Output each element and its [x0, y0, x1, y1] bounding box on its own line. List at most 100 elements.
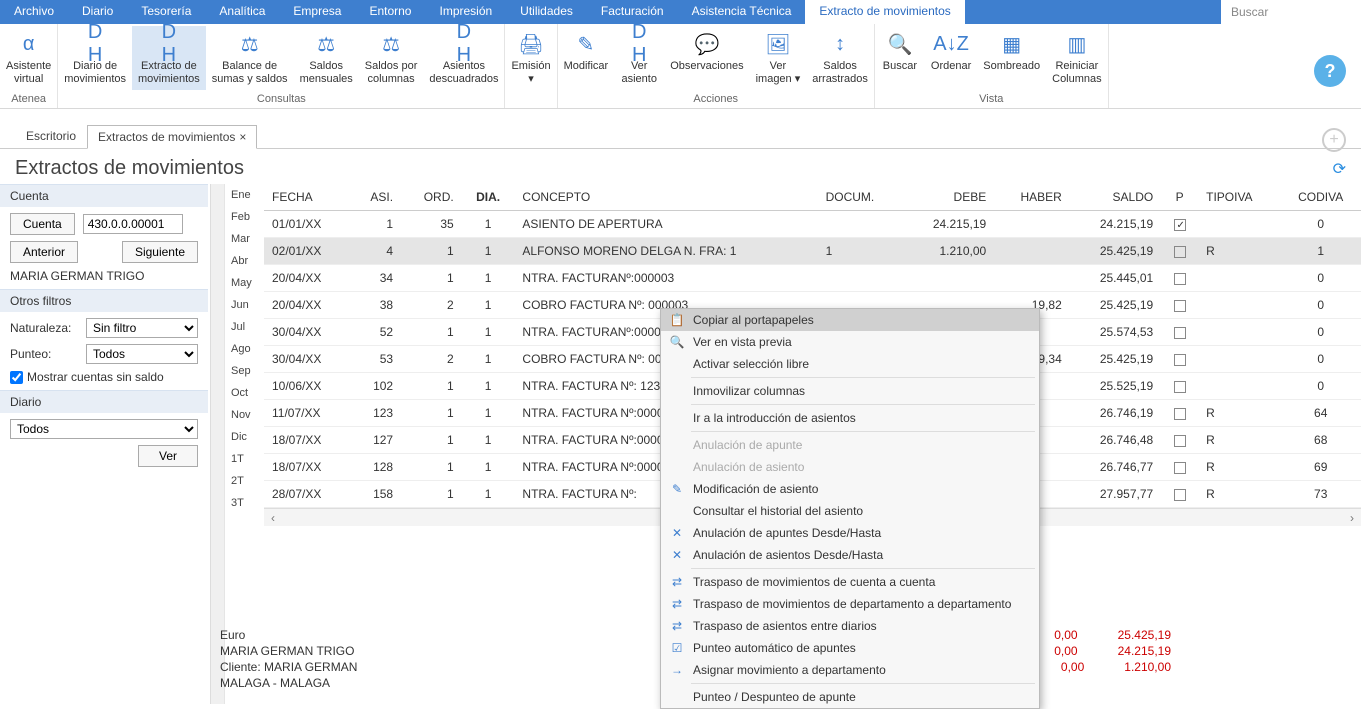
punteo-checkbox[interactable] [1174, 300, 1186, 312]
month-oct[interactable]: Oct [225, 382, 264, 404]
ribbon-sombreado[interactable]: ▦Sombreado [977, 26, 1046, 77]
ribbon-balance-de[interactable]: ⚖Balance de sumas y saldos [206, 26, 294, 90]
col-ord[interactable]: ORD. [401, 184, 462, 211]
punteo-checkbox[interactable] [1174, 273, 1186, 285]
punteo-checkbox[interactable] [1174, 408, 1186, 420]
siguiente-button[interactable]: Siguiente [122, 241, 198, 263]
ribbon-reiniciar[interactable]: ▥Reiniciar Columnas [1046, 26, 1108, 90]
menu-empresa[interactable]: Empresa [279, 0, 355, 24]
subtab-escritorio[interactable]: Escritorio [15, 124, 87, 148]
ctx-punteo-despunteo-de-apunte[interactable]: Punteo / Despunteo de apunte [661, 686, 1039, 708]
ctx-anulaci-n-de-asientos-desde-hasta[interactable]: ✕Anulación de asientos Desde/Hasta [661, 544, 1039, 566]
ribbon-buscar[interactable]: 🔍Buscar [875, 26, 925, 77]
menu-utilidades[interactable]: Utilidades [506, 0, 587, 24]
scroll-right-icon[interactable]: › [1343, 511, 1361, 525]
menu-asistencia-técnica[interactable]: Asistencia Técnica [678, 0, 806, 24]
month-ago[interactable]: Ago [225, 338, 264, 360]
ribbon-saldos[interactable]: ↕Saldos arrastrados [806, 26, 874, 90]
month-nov[interactable]: Nov [225, 404, 264, 426]
col-codiva[interactable]: CODIVA [1280, 184, 1361, 211]
month-2t[interactable]: 2T [225, 470, 264, 492]
table-row[interactable]: 02/01/XX411ALFONSO MORENO DELGA N. FRA: … [264, 238, 1361, 265]
col-dia[interactable]: DIA. [462, 184, 515, 211]
ribbon-saldos[interactable]: ⚖Saldos mensuales [294, 26, 359, 90]
ribbon-ver[interactable]: D HVer asiento [614, 26, 664, 90]
month-abr[interactable]: Abr [225, 250, 264, 272]
punteo-checkbox[interactable] [1174, 246, 1186, 258]
col-debe[interactable]: DEBE [903, 184, 994, 211]
ribbon-asientos[interactable]: D HAsientos descuadrados [423, 26, 504, 90]
col-haber[interactable]: HABER [994, 184, 1070, 211]
close-icon[interactable]: × [239, 130, 246, 144]
month-dic[interactable]: Dic [225, 426, 264, 448]
anterior-button[interactable]: Anterior [10, 241, 78, 263]
ribbon-ordenar[interactable]: A↓ZOrdenar [925, 26, 977, 77]
ctx-ir-a-la-introducci-n-de-asientos[interactable]: Ir a la introducción de asientos [661, 407, 1039, 429]
ctx-asignar-movimiento-a-departamento[interactable]: →Asignar movimiento a departamento [661, 659, 1039, 681]
cuenta-input[interactable] [83, 214, 183, 234]
col-p[interactable]: P [1161, 184, 1198, 211]
month-jun[interactable]: Jun [225, 294, 264, 316]
col-asi[interactable]: ASI. [350, 184, 401, 211]
month-3t[interactable]: 3T [225, 492, 264, 514]
menu-extracto-de-movimientos[interactable]: Extracto de movimientos [805, 0, 964, 24]
ctx-traspaso-de-movimientos-de-departamento-[interactable]: ⇄Traspaso de movimientos de departamento… [661, 593, 1039, 615]
ribbon-diario-de[interactable]: D HDiario de movimientos [58, 26, 132, 90]
punteo-checkbox[interactable] [1174, 489, 1186, 501]
ctx-anulaci-n-de-apuntes-desde-hasta[interactable]: ✕Anulación de apuntes Desde/Hasta [661, 522, 1039, 544]
menu-entorno[interactable]: Entorno [355, 0, 425, 24]
ctx-inmovilizar-columnas[interactable]: Inmovilizar columnas [661, 380, 1039, 402]
punteo-checkbox[interactable] [1174, 219, 1186, 231]
search-input[interactable]: Buscar [1221, 0, 1361, 24]
naturaleza-select[interactable]: Sin filtro [86, 318, 198, 338]
refresh-icon[interactable]: ⟳ [1333, 159, 1346, 179]
ver-icon: D H [623, 30, 655, 58]
month-sep[interactable]: Sep [225, 360, 264, 382]
month-jul[interactable]: Jul [225, 316, 264, 338]
ribbon-ver[interactable]: 🖼Ver imagen ▾ [750, 26, 807, 90]
month-mar[interactable]: Mar [225, 228, 264, 250]
mostrar-checkbox[interactable] [10, 371, 23, 384]
month-may[interactable]: May [225, 272, 264, 294]
ctx-traspaso-de-asientos-entre-diarios[interactable]: ⇄Traspaso de asientos entre diarios [661, 615, 1039, 637]
month-feb[interactable]: Feb [225, 206, 264, 228]
ribbon-asistente[interactable]: αAsistente virtual [0, 26, 57, 90]
ver-button[interactable]: Ver [138, 445, 198, 467]
punteo-select[interactable]: Todos [86, 344, 198, 364]
col-docum[interactable]: DOCUM. [818, 184, 903, 211]
help-icon[interactable]: ? [1314, 55, 1346, 87]
punteo-checkbox[interactable] [1174, 327, 1186, 339]
punteo-checkbox[interactable] [1174, 462, 1186, 474]
menu-analítica[interactable]: Analítica [205, 0, 279, 24]
col-saldo[interactable]: SALDO [1070, 184, 1161, 211]
ctx-punteo-autom-tico-de-apuntes[interactable]: ☑Punteo automático de apuntes [661, 637, 1039, 659]
month-ene[interactable]: Ene [225, 184, 264, 206]
punteo-checkbox[interactable] [1174, 435, 1186, 447]
scroll-left-icon[interactable]: ‹ [264, 511, 282, 525]
ribbon-saldos-por[interactable]: ⚖Saldos por columnas [359, 26, 424, 90]
ribbon-observaciones[interactable]: 💬Observaciones [664, 26, 749, 77]
ribbon-extracto-de[interactable]: D HExtracto de movimientos [132, 26, 206, 90]
col-tipoiva[interactable]: TIPOIVA [1198, 184, 1280, 211]
ctx-activar-selecci-n-libre[interactable]: Activar selección libre [661, 353, 1039, 375]
punteo-checkbox[interactable] [1174, 354, 1186, 366]
diario-select[interactable]: Todos [10, 419, 198, 439]
ctx-copiar-al-portapapeles[interactable]: 📋Copiar al portapapeles [661, 309, 1039, 331]
month-1t[interactable]: 1T [225, 448, 264, 470]
col-concepto[interactable]: CONCEPTO [514, 184, 817, 211]
ctx-traspaso-de-movimientos-de-cuenta-a-cuen[interactable]: ⇄Traspaso de movimientos de cuenta a cue… [661, 571, 1039, 593]
add-icon[interactable]: + [1322, 128, 1346, 152]
table-row[interactable]: 01/01/XX1351ASIENTO DE APERTURA24.215,19… [264, 211, 1361, 238]
ctx-ver-en-vista-previa[interactable]: 🔍Ver en vista previa [661, 331, 1039, 353]
ribbon-modificar[interactable]: ✎Modificar [558, 26, 615, 77]
ribbon-emisi-n[interactable]: 🖨Emisión ▾ [505, 26, 556, 90]
ver-icon: 🖼 [762, 30, 794, 58]
col-fecha[interactable]: FECHA [264, 184, 350, 211]
ctx-consultar-el-historial-del-asiento[interactable]: Consultar el historial del asiento [661, 500, 1039, 522]
punteo-checkbox[interactable] [1174, 381, 1186, 393]
menu-archivo[interactable]: Archivo [0, 0, 68, 24]
table-row[interactable]: 20/04/XX3411NTRA. FACTURANº:00000325.445… [264, 265, 1361, 292]
ctx-modificaci-n-de-asiento[interactable]: ✎Modificación de asiento [661, 478, 1039, 500]
subtab-extractos-de-movimientos[interactable]: Extractos de movimientos× [87, 125, 257, 149]
cuenta-button[interactable]: Cuenta [10, 213, 75, 235]
